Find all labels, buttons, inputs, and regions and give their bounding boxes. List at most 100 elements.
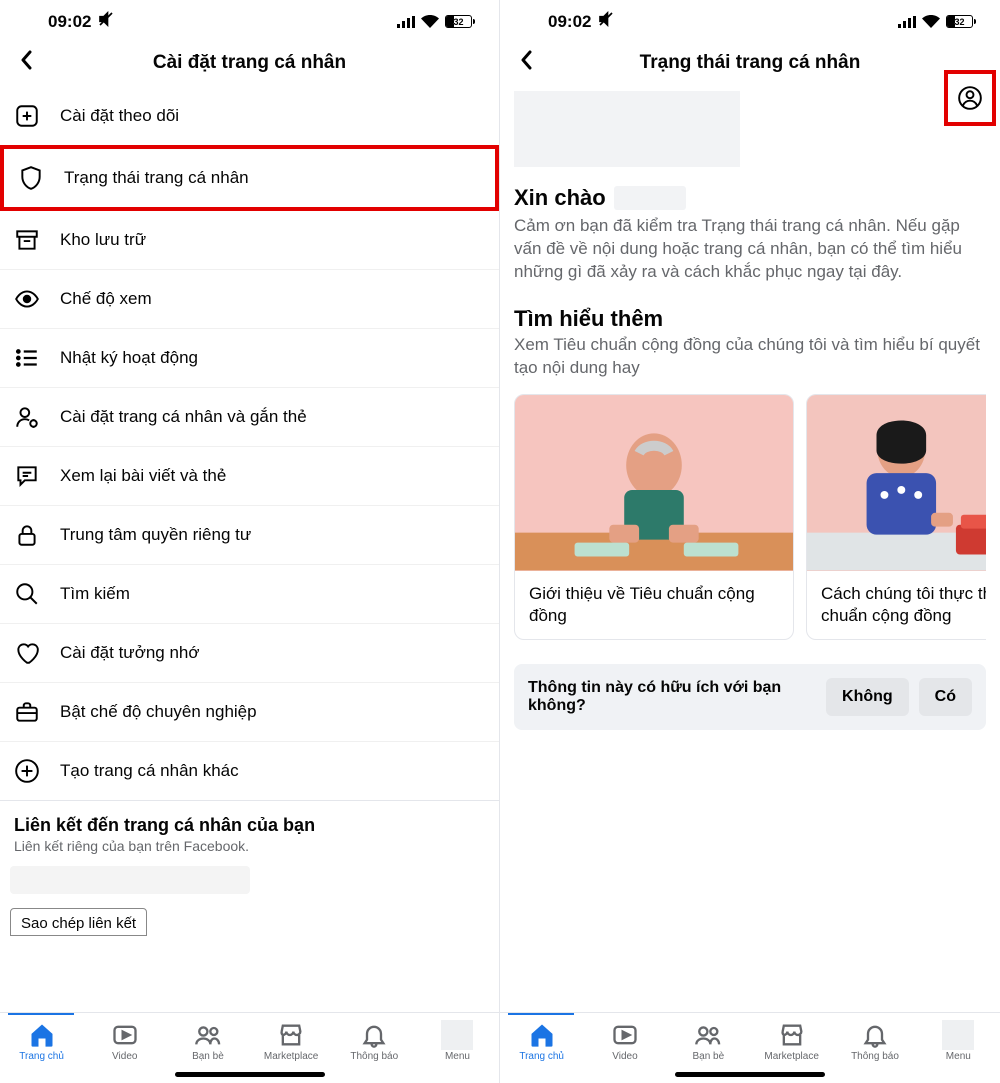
feedback-no-button[interactable]: Không bbox=[826, 678, 909, 716]
feedback-yes-button[interactable]: Có bbox=[919, 678, 972, 716]
row-review-posts[interactable]: Xem lại bài viết và thẻ bbox=[0, 447, 499, 506]
home-icon bbox=[28, 1021, 56, 1049]
battery-icon: 32 bbox=[946, 15, 976, 28]
row-professional-mode[interactable]: Bật chế độ chuyên nghiệp bbox=[0, 683, 499, 742]
nav-marketplace[interactable]: Marketplace bbox=[250, 1015, 333, 1066]
status-bar: 09:02 32 bbox=[0, 0, 499, 39]
row-view-as[interactable]: Chế độ xem bbox=[0, 270, 499, 329]
status-bar: 09:02 32 bbox=[500, 0, 1000, 39]
wifi-icon bbox=[421, 15, 439, 28]
row-label: Trung tâm quyền riêng tư bbox=[60, 525, 251, 545]
comment-icon bbox=[14, 463, 40, 489]
video-icon bbox=[611, 1021, 639, 1049]
plus-square-icon bbox=[14, 103, 40, 129]
row-privacy-center[interactable]: Trung tâm quyền riêng tư bbox=[0, 506, 499, 565]
profile-gear-icon bbox=[14, 404, 40, 430]
home-icon bbox=[528, 1021, 556, 1049]
wifi-icon bbox=[922, 15, 940, 28]
nav-menu[interactable]: Menu bbox=[917, 1015, 1000, 1066]
home-indicator bbox=[175, 1072, 325, 1077]
menu-icon bbox=[942, 1021, 974, 1049]
row-archive[interactable]: Kho lưu trữ bbox=[0, 211, 499, 270]
status-time: 09:02 bbox=[48, 12, 91, 32]
bell-icon bbox=[861, 1021, 889, 1049]
nav-friends[interactable]: Bạn bè bbox=[166, 1015, 249, 1066]
nav-home[interactable]: Trang chủ bbox=[0, 1015, 83, 1066]
card-caption: Cách chúng tôi thực thi Tiêu chuẩn cộng … bbox=[807, 571, 986, 639]
nav-video[interactable]: Video bbox=[83, 1015, 166, 1066]
header: Cài đặt trang cá nhân bbox=[0, 39, 499, 87]
hello-heading: Xin chào bbox=[514, 185, 606, 211]
cover-placeholder bbox=[514, 91, 740, 167]
menu-icon bbox=[441, 1021, 473, 1049]
shield-icon bbox=[18, 165, 44, 191]
learn-more-cards: Giới thiệu về Tiêu chuẩn cộng đồng bbox=[514, 394, 986, 640]
battery-icon: 32 bbox=[445, 15, 475, 28]
learn-more-heading: Tìm hiểu thêm bbox=[514, 306, 986, 332]
row-label: Cài đặt trang cá nhân và gắn thẻ bbox=[60, 407, 307, 427]
row-label: Kho lưu trữ bbox=[60, 230, 146, 250]
name-placeholder bbox=[614, 186, 686, 210]
status-time: 09:02 bbox=[548, 12, 591, 32]
eye-icon bbox=[14, 286, 40, 312]
row-profile-tagging[interactable]: Cài đặt trang cá nhân và gắn thẻ bbox=[0, 388, 499, 447]
row-label: Tìm kiếm bbox=[60, 584, 130, 604]
row-follow-settings[interactable]: Cài đặt theo dõi bbox=[0, 87, 499, 146]
back-button[interactable] bbox=[12, 46, 42, 80]
lock-icon bbox=[14, 522, 40, 548]
friends-icon bbox=[694, 1021, 722, 1049]
video-icon bbox=[111, 1021, 139, 1049]
row-label: Xem lại bài viết và thẻ bbox=[60, 466, 226, 486]
cell-signal-icon bbox=[898, 16, 916, 28]
nav-notifications[interactable]: Thông báo bbox=[833, 1015, 916, 1066]
card-enforcement[interactable]: Cách chúng tôi thực thi Tiêu chuẩn cộng … bbox=[806, 394, 986, 640]
profile-link-section: Liên kết đến trang cá nhân của bạn Liên … bbox=[0, 801, 499, 858]
card-illustration bbox=[807, 395, 986, 571]
nav-menu[interactable]: Menu bbox=[416, 1015, 499, 1066]
nav-notifications[interactable]: Thông báo bbox=[333, 1015, 416, 1066]
settings-list: Cài đặt theo dõi Trạng thái trang cá nhâ… bbox=[0, 87, 499, 800]
section-subtitle: Liên kết riêng của bạn trên Facebook. bbox=[14, 838, 485, 854]
search-icon bbox=[14, 581, 40, 607]
nav-video[interactable]: Video bbox=[583, 1015, 666, 1066]
phone-right: 09:02 32 Trạng thái trang cá nhân Xin ch… bbox=[500, 0, 1000, 1083]
profile-icon-button[interactable] bbox=[944, 70, 996, 126]
row-activity-log[interactable]: Nhật ký hoạt động bbox=[0, 329, 499, 388]
row-label: Bật chế độ chuyên nghiệp bbox=[60, 702, 257, 722]
card-illustration bbox=[515, 395, 793, 571]
row-label: Tạo trang cá nhân khác bbox=[60, 761, 239, 781]
nav-friends[interactable]: Bạn bè bbox=[667, 1015, 750, 1066]
profile-link-placeholder bbox=[10, 866, 250, 894]
phone-left: 09:02 32 Cài đặt trang cá nhân Cài đặt t… bbox=[0, 0, 500, 1083]
learn-more-sub: Xem Tiêu chuẩn cộng đồng của chúng tôi v… bbox=[514, 334, 986, 380]
row-label: Trạng thái trang cá nhân bbox=[64, 168, 249, 188]
feedback-bar: Thông tin này có hữu ích với bạn không? … bbox=[514, 664, 986, 730]
bottom-nav: Trang chủ Video Bạn bè Marketplace Thông… bbox=[0, 1012, 499, 1083]
row-memorialization[interactable]: Cài đặt tưởng nhớ bbox=[0, 624, 499, 683]
copy-link-button[interactable]: Sao chép liên kết bbox=[10, 908, 147, 936]
header: Trạng thái trang cá nhân bbox=[500, 39, 1000, 87]
heart-icon bbox=[14, 640, 40, 666]
row-search[interactable]: Tìm kiếm bbox=[0, 565, 499, 624]
bell-icon bbox=[360, 1021, 388, 1049]
card-community-standards[interactable]: Giới thiệu về Tiêu chuẩn cộng đồng bbox=[514, 394, 794, 640]
bottom-nav: Trang chủ Video Bạn bè Marketplace Thông… bbox=[500, 1012, 1000, 1083]
feedback-question: Thông tin này có hữu ích với bạn không? bbox=[528, 679, 816, 715]
page-title: Trạng thái trang cá nhân bbox=[500, 52, 1000, 74]
archive-icon bbox=[14, 227, 40, 253]
nav-marketplace[interactable]: Marketplace bbox=[750, 1015, 833, 1066]
list-icon bbox=[14, 345, 40, 371]
page-title: Cài đặt trang cá nhân bbox=[0, 52, 499, 74]
row-create-profile[interactable]: Tạo trang cá nhân khác bbox=[0, 742, 499, 800]
cell-signal-icon bbox=[397, 16, 415, 28]
card-caption: Giới thiệu về Tiêu chuẩn cộng đồng bbox=[515, 571, 793, 639]
nav-home[interactable]: Trang chủ bbox=[500, 1015, 583, 1066]
home-indicator bbox=[675, 1072, 825, 1077]
row-profile-status[interactable]: Trạng thái trang cá nhân bbox=[0, 145, 499, 211]
mute-icon bbox=[597, 10, 615, 33]
row-label: Cài đặt theo dõi bbox=[60, 106, 179, 126]
hello-body: Cảm ơn bạn đã kiểm tra Trạng thái trang … bbox=[514, 215, 986, 284]
back-button[interactable] bbox=[512, 46, 542, 80]
briefcase-icon bbox=[14, 699, 40, 725]
store-icon bbox=[778, 1021, 806, 1049]
